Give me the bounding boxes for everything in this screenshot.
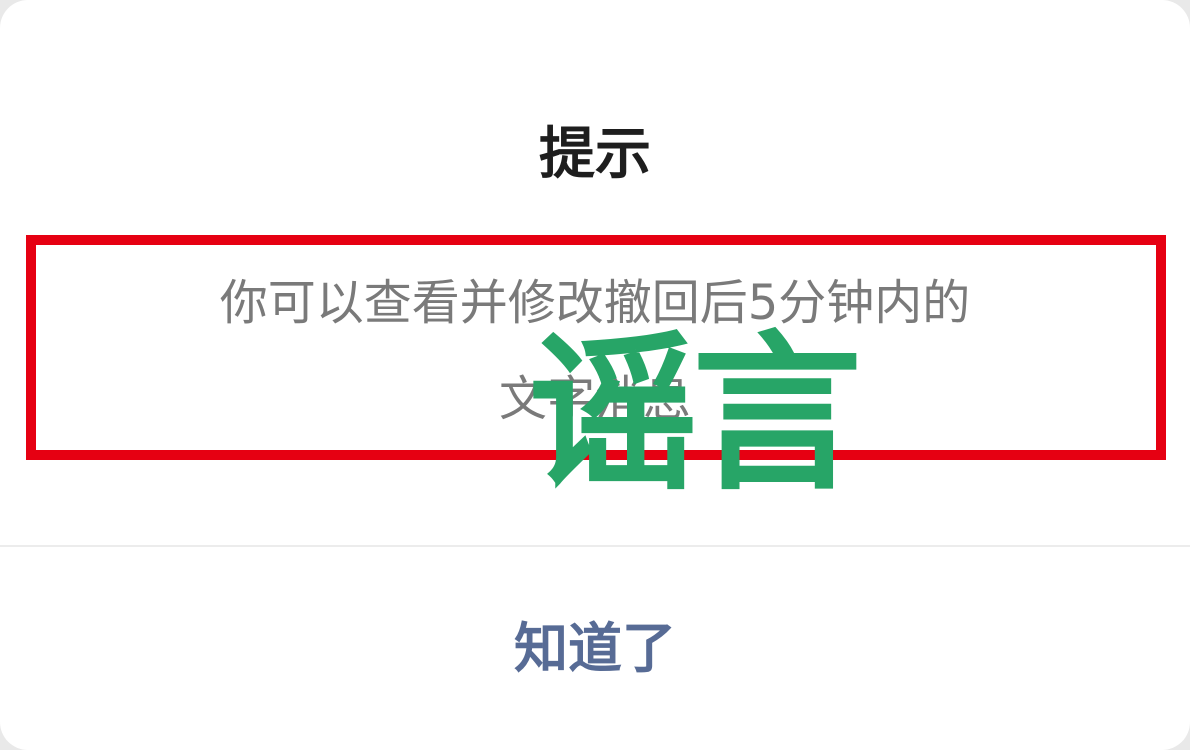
confirm-button[interactable]: 知道了 — [0, 547, 1190, 750]
dialog-title: 提示 — [539, 122, 651, 187]
rumor-stamp: 谣言 — [528, 316, 862, 514]
alert-dialog: 提示 你可以查看并修改撤回后5分钟内的 文字消息 谣言 知道了 — [0, 0, 1190, 750]
